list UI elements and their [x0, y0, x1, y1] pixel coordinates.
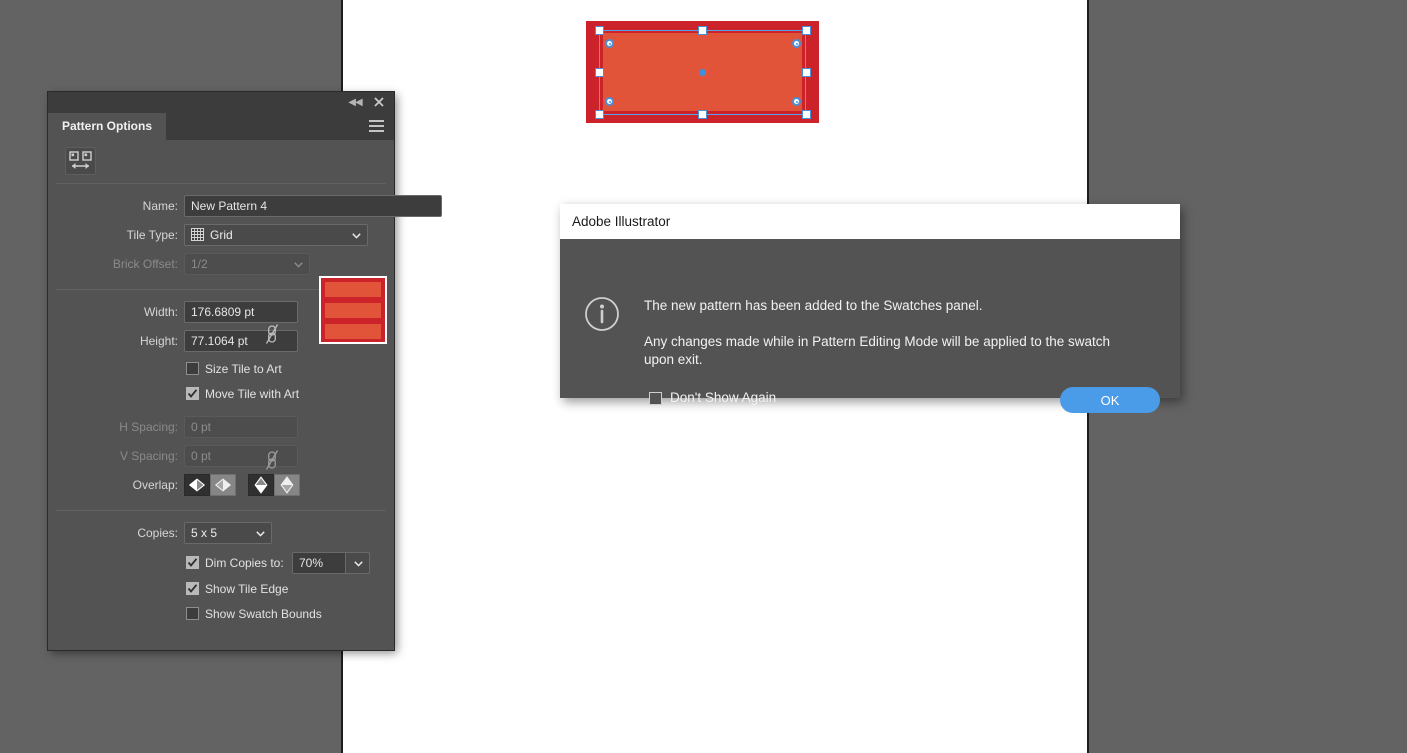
- anchor-point-top-right[interactable]: [792, 39, 801, 48]
- h-spacing-label: H Spacing:: [119, 420, 178, 434]
- brick-offset-value: 1/2: [191, 257, 208, 271]
- panel-section-size: Width: 176.6809 pt Height: 77.1064 pt Si…: [56, 290, 386, 511]
- dim-copies-label: Dim Copies to:: [205, 556, 284, 570]
- overlap-bottom-in-front[interactable]: [274, 474, 300, 496]
- dont-show-again-label: Don't Show Again: [670, 390, 777, 405]
- chevron-down-icon-copies: [256, 531, 265, 537]
- resize-handle-middle-left[interactable]: [595, 68, 604, 77]
- dim-copies-input[interactable]: 70%: [292, 552, 346, 574]
- grid-icon: [191, 227, 204, 241]
- height-input[interactable]: 77.1064 pt: [184, 330, 298, 352]
- panel-tool-row: [56, 140, 386, 184]
- overlap-horizontal-group: [184, 474, 246, 496]
- row-show-swatch-bounds: Show Swatch Bounds: [56, 602, 386, 627]
- row-dim-copies: Dim Copies to: 70%: [56, 549, 386, 577]
- dialog-title: Adobe Illustrator: [560, 204, 1180, 239]
- panel-tabstrip: Pattern Options: [48, 113, 394, 140]
- tile-type-value: Grid: [210, 228, 233, 242]
- dialog-message-line-1: The new pattern has been added to the Sw…: [644, 298, 983, 313]
- overlap-left-in-front[interactable]: [184, 474, 210, 496]
- pattern-tile-separation-icon[interactable]: [65, 147, 96, 175]
- center-point: [699, 69, 706, 76]
- row-v-spacing: V Spacing: 0 pt: [56, 443, 386, 469]
- row-show-tile-edge: Show Tile Edge: [56, 577, 386, 602]
- resize-handle-bottom-right[interactable]: [802, 110, 811, 119]
- tile-type-label: Tile Type:: [126, 228, 178, 242]
- name-input[interactable]: New Pattern 4: [184, 195, 442, 217]
- chevron-down-icon-dim: [354, 561, 363, 567]
- panel-body: Name: New Pattern 4 Tile Type: Grid Bric…: [48, 140, 442, 636]
- tile-type-select[interactable]: Grid: [184, 224, 368, 246]
- resize-handle-middle-right[interactable]: [802, 68, 811, 77]
- panel-titlebar: ◀◀: [48, 92, 394, 113]
- row-width: Width: 176.6809 pt: [56, 299, 386, 325]
- overlap-right-in-front[interactable]: [210, 474, 236, 496]
- dim-copies-dropdown[interactable]: [346, 552, 370, 574]
- dialog-message-line-2: Any changes made while in Pattern Editin…: [644, 334, 1111, 367]
- h-spacing-input: 0 pt: [184, 416, 298, 438]
- brick-offset-select: 1/2: [184, 253, 310, 275]
- overlap-label: Overlap:: [132, 478, 178, 492]
- resize-handle-top-center[interactable]: [698, 26, 707, 35]
- pattern-options-panel: ◀◀ Pattern Options Name: New Pattern 4 T…: [48, 92, 442, 650]
- panel-section-copies: Copies: 5 x 5 Dim Copies to: 70% Show Ti…: [56, 511, 386, 636]
- dim-copies-checkbox[interactable]: [186, 556, 199, 569]
- show-tile-edge-checkbox[interactable]: [186, 582, 199, 595]
- v-spacing-input: 0 pt: [184, 445, 298, 467]
- illustrator-window: ◀◀ Pattern Options Name: New Pattern 4 T…: [0, 0, 1407, 753]
- row-name: Name: New Pattern 4: [56, 193, 442, 219]
- panel-menu-icon[interactable]: [369, 120, 384, 133]
- show-tile-edge-label: Show Tile Edge: [205, 582, 289, 596]
- size-tile-to-art-checkbox[interactable]: [186, 362, 199, 375]
- anchor-point-top-left[interactable]: [605, 39, 614, 48]
- tab-pattern-options[interactable]: Pattern Options: [48, 113, 167, 140]
- artwork-selection[interactable]: [586, 21, 819, 123]
- size-tile-to-art-label: Size Tile to Art: [205, 362, 282, 376]
- width-input[interactable]: 176.6809 pt: [184, 301, 298, 323]
- name-label: Name:: [142, 199, 178, 213]
- row-brick-offset: Brick Offset: 1/2: [56, 251, 386, 277]
- v-spacing-label: V Spacing:: [119, 449, 178, 463]
- move-tile-with-art-label: Move Tile with Art: [205, 387, 300, 401]
- alert-dialog: Adobe Illustrator The new pattern has be…: [560, 204, 1180, 413]
- show-swatch-bounds-label: Show Swatch Bounds: [205, 607, 322, 621]
- overlap-top-in-front[interactable]: [248, 474, 274, 496]
- move-tile-with-art-checkbox[interactable]: [186, 387, 199, 400]
- info-icon: [584, 296, 620, 332]
- width-label: Width:: [143, 305, 178, 319]
- overlap-vertical-group: [248, 474, 310, 496]
- row-overlap: Overlap:: [56, 472, 386, 498]
- anchor-point-bottom-left[interactable]: [605, 97, 614, 106]
- copies-label: Copies:: [137, 526, 178, 540]
- close-icon[interactable]: [371, 94, 387, 110]
- show-swatch-bounds-checkbox[interactable]: [186, 607, 199, 620]
- chevron-down-icon: [352, 233, 361, 239]
- chevron-down-icon-disabled: [294, 262, 303, 268]
- row-tile-type: Tile Type: Grid: [56, 222, 386, 248]
- row-h-spacing: H Spacing: 0 pt: [56, 414, 386, 440]
- row-size-tile-to-art: Size Tile to Art: [56, 357, 386, 382]
- width-height-link-icon[interactable]: [265, 323, 279, 345]
- ok-button[interactable]: OK: [1060, 387, 1160, 413]
- panel-section-tile: Name: New Pattern 4 Tile Type: Grid Bric…: [56, 184, 442, 290]
- anchor-point-bottom-right[interactable]: [792, 97, 801, 106]
- dialog-body: The new pattern has been added to the Sw…: [560, 239, 1180, 413]
- brick-offset-label: Brick Offset:: [112, 257, 178, 271]
- resize-handle-top-left[interactable]: [595, 26, 604, 35]
- row-copies: Copies: 5 x 5: [56, 520, 386, 546]
- dont-show-again-checkbox[interactable]: [649, 392, 662, 405]
- copies-value: 5 x 5: [191, 526, 218, 540]
- height-label: Height:: [139, 334, 178, 348]
- collapse-double-arrow-icon[interactable]: ◀◀: [347, 96, 363, 110]
- row-move-tile-with-art: Move Tile with Art: [56, 382, 386, 407]
- resize-handle-bottom-left[interactable]: [595, 110, 604, 119]
- resize-handle-bottom-center[interactable]: [698, 110, 707, 119]
- resize-handle-top-right[interactable]: [802, 26, 811, 35]
- row-height: Height: 77.1064 pt: [56, 328, 386, 354]
- spacing-link-icon[interactable]: [265, 449, 279, 471]
- copies-select[interactable]: 5 x 5: [184, 522, 272, 544]
